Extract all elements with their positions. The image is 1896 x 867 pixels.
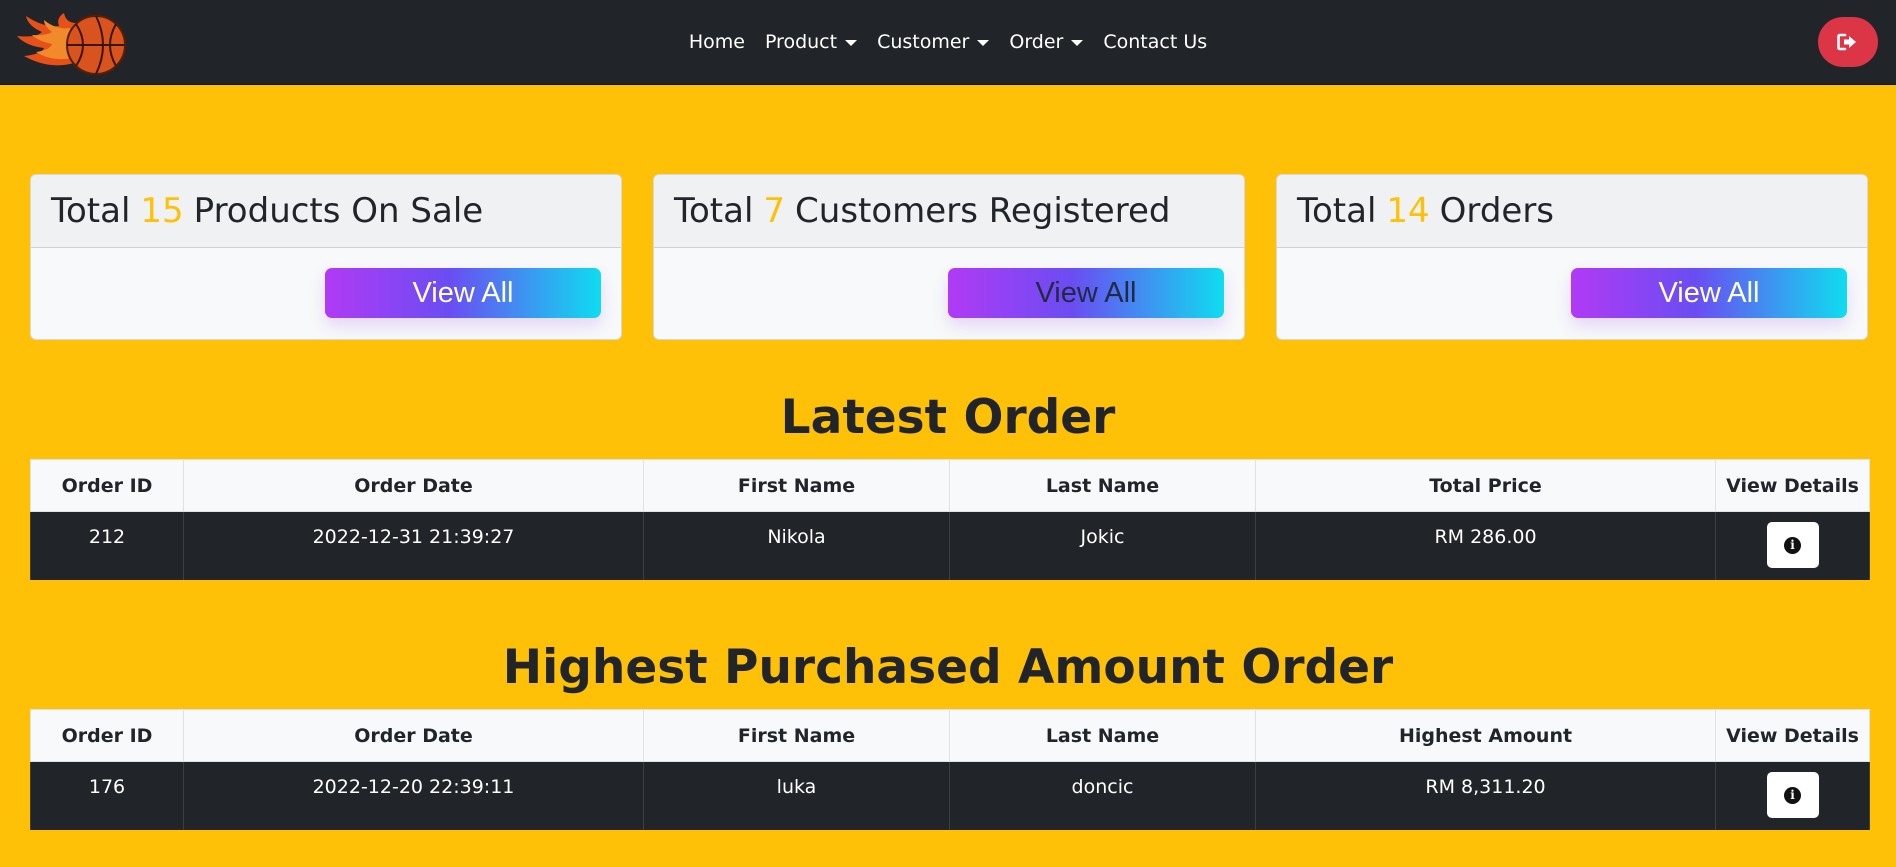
- highest-order-title: Highest Purchased Amount Order: [502, 640, 1394, 695]
- col-first-name: First Name: [643, 459, 950, 512]
- customers-count: 7: [763, 191, 786, 231]
- order-id-value: 176: [88, 776, 126, 798]
- nav-customer-label: Customer: [877, 31, 970, 53]
- view-details-button[interactable]: i: [1766, 522, 1819, 568]
- nav-product-label: Product: [764, 31, 838, 53]
- cell-order-date: 2022-12-31 21:39:27: [183, 511, 644, 580]
- col-order-date: Order Date: [183, 459, 644, 512]
- nav-order-dropdown[interactable]: Order: [1009, 31, 1084, 53]
- card-suffix: Products On Sale: [193, 191, 484, 231]
- card-body: View All: [31, 248, 621, 339]
- table-header-row: Order ID Order Date First Name Last Name…: [30, 459, 1870, 512]
- highest-amount-value: RM 8,311.20: [1425, 776, 1546, 798]
- total-price-value: RM 286.00: [1434, 526, 1537, 548]
- view-all-products-button[interactable]: View All: [325, 268, 601, 318]
- nav-customer-dropdown[interactable]: Customer: [877, 31, 990, 53]
- card-body: View All: [1277, 248, 1867, 339]
- last-name-value: Jokic: [1080, 526, 1125, 548]
- card-suffix: Orders: [1439, 191, 1555, 231]
- cell-order-id: 176: [30, 761, 184, 830]
- table-row: 212 2022-12-31 21:39:27 Nikola Jokic RM …: [30, 511, 1870, 580]
- col-total-price: Total Price: [1255, 459, 1716, 512]
- info-circle-icon: i: [1784, 786, 1801, 804]
- orders-summary-card: Total 14 Orders View All: [1276, 174, 1868, 340]
- col-view-details: View Details: [1715, 459, 1870, 512]
- cell-view-details: i: [1715, 761, 1870, 830]
- card-prefix: Total: [1297, 191, 1377, 231]
- card-header: Total 7 Customers Registered: [654, 175, 1244, 248]
- col-order-id: Order ID: [30, 459, 184, 512]
- cell-first-name: luka: [643, 761, 950, 830]
- cell-order-id: 212: [30, 511, 184, 580]
- navbar: Home Product Customer Order Contact Us: [0, 0, 1896, 85]
- orders-count: 14: [1386, 191, 1430, 231]
- card-prefix: Total: [674, 191, 754, 231]
- cell-view-details: i: [1715, 511, 1870, 580]
- table-row: 176 2022-12-20 22:39:11 luka doncic RM 8…: [30, 761, 1870, 830]
- order-date-value: 2022-12-31 21:39:27: [312, 526, 515, 548]
- caret-down-icon: [977, 40, 990, 46]
- card-suffix: Customers Registered: [795, 191, 1171, 231]
- highest-order-table: Order ID Order Date First Name Last Name…: [30, 709, 1870, 830]
- latest-order-table: Order ID Order Date First Name Last Name…: [30, 459, 1870, 580]
- nav-product-dropdown[interactable]: Product: [764, 31, 858, 53]
- col-last-name: Last Name: [949, 709, 1256, 762]
- view-all-customers-button[interactable]: View All: [948, 268, 1224, 318]
- nav-home[interactable]: Home: [689, 31, 745, 53]
- view-details-button[interactable]: i: [1766, 772, 1819, 818]
- cell-last-name: doncic: [949, 761, 1256, 830]
- cell-highest-amount: RM 8,311.20: [1255, 761, 1716, 830]
- card-prefix: Total: [51, 191, 131, 231]
- info-circle-icon: i: [1784, 536, 1801, 554]
- customers-summary-card: Total 7 Customers Registered View All: [653, 174, 1245, 340]
- nav-contact-label: Contact Us: [1103, 31, 1208, 53]
- table-header-row: Order ID Order Date First Name Last Name…: [30, 709, 1870, 762]
- card-header: Total 15 Products On Sale: [31, 175, 621, 248]
- col-last-name: Last Name: [949, 459, 1256, 512]
- col-view-details: View Details: [1715, 709, 1870, 762]
- nav-contact-us[interactable]: Contact Us: [1103, 31, 1207, 53]
- card-header: Total 14 Orders: [1277, 175, 1867, 248]
- order-id-value: 212: [88, 526, 126, 548]
- col-first-name: First Name: [643, 709, 950, 762]
- cell-total-price: RM 286.00: [1255, 511, 1716, 580]
- cell-order-date: 2022-12-20 22:39:11: [183, 761, 644, 830]
- cell-first-name: Nikola: [643, 511, 950, 580]
- products-count: 15: [140, 191, 184, 231]
- first-name-value: Nikola: [767, 526, 826, 548]
- order-date-value: 2022-12-20 22:39:11: [312, 776, 515, 798]
- logout-button[interactable]: [1818, 17, 1878, 67]
- sign-out-icon: [1837, 33, 1856, 51]
- caret-down-icon: [1071, 40, 1084, 46]
- first-name-value: luka: [776, 776, 817, 798]
- cell-last-name: Jokic: [949, 511, 1256, 580]
- last-name-value: doncic: [1071, 776, 1134, 798]
- nav-menu: Home Product Customer Order Contact Us: [0, 0, 1896, 84]
- latest-order-title: Latest Order: [780, 390, 1116, 445]
- nav-order-label: Order: [1009, 31, 1064, 53]
- view-all-orders-button[interactable]: View All: [1571, 268, 1847, 318]
- col-order-date: Order Date: [183, 709, 644, 762]
- col-highest-amount: Highest Amount: [1255, 709, 1716, 762]
- caret-down-icon: [845, 40, 858, 46]
- nav-home-label: Home: [688, 31, 745, 53]
- card-body: View All: [654, 248, 1244, 339]
- products-summary-card: Total 15 Products On Sale View All: [30, 174, 622, 340]
- col-order-id: Order ID: [30, 709, 184, 762]
